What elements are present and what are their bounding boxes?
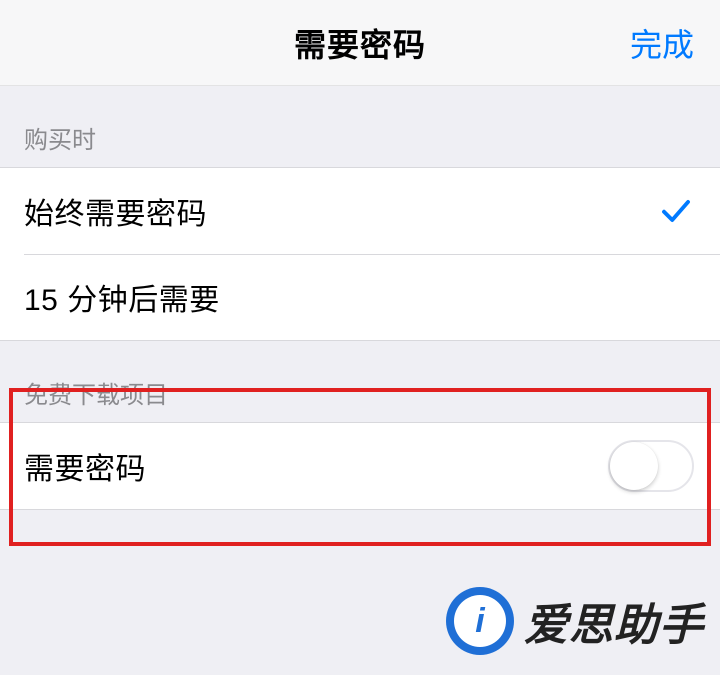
toggle-row-require-password: 需要密码 — [0, 423, 720, 509]
checkmark-icon — [658, 193, 694, 229]
option-always-require[interactable]: 始终需要密码 — [0, 168, 720, 254]
watermark-logo: i 爱思助手 — [446, 587, 704, 655]
free-download-group: 需要密码 — [0, 422, 720, 510]
page-title: 需要密码 — [294, 20, 426, 66]
toggle-label: 需要密码 — [24, 444, 608, 488]
require-password-toggle[interactable] — [608, 440, 694, 492]
done-button[interactable]: 完成 — [630, 20, 694, 66]
section-header-free: 免费下载项目 — [0, 341, 720, 422]
option-label: 15 分钟后需要 — [24, 275, 694, 319]
toggle-knob — [610, 442, 658, 490]
watermark-badge-icon: i — [446, 587, 514, 655]
watermark-text: 爱思助手 — [524, 589, 704, 653]
nav-bar: 需要密码 完成 — [0, 0, 720, 86]
option-15min-require[interactable]: 15 分钟后需要 — [0, 254, 720, 340]
watermark-badge-letter: i — [454, 595, 506, 647]
purchase-options-group: 始终需要密码 15 分钟后需要 — [0, 167, 720, 341]
section-header-purchase: 购买时 — [0, 86, 720, 167]
option-label: 始终需要密码 — [24, 189, 658, 233]
